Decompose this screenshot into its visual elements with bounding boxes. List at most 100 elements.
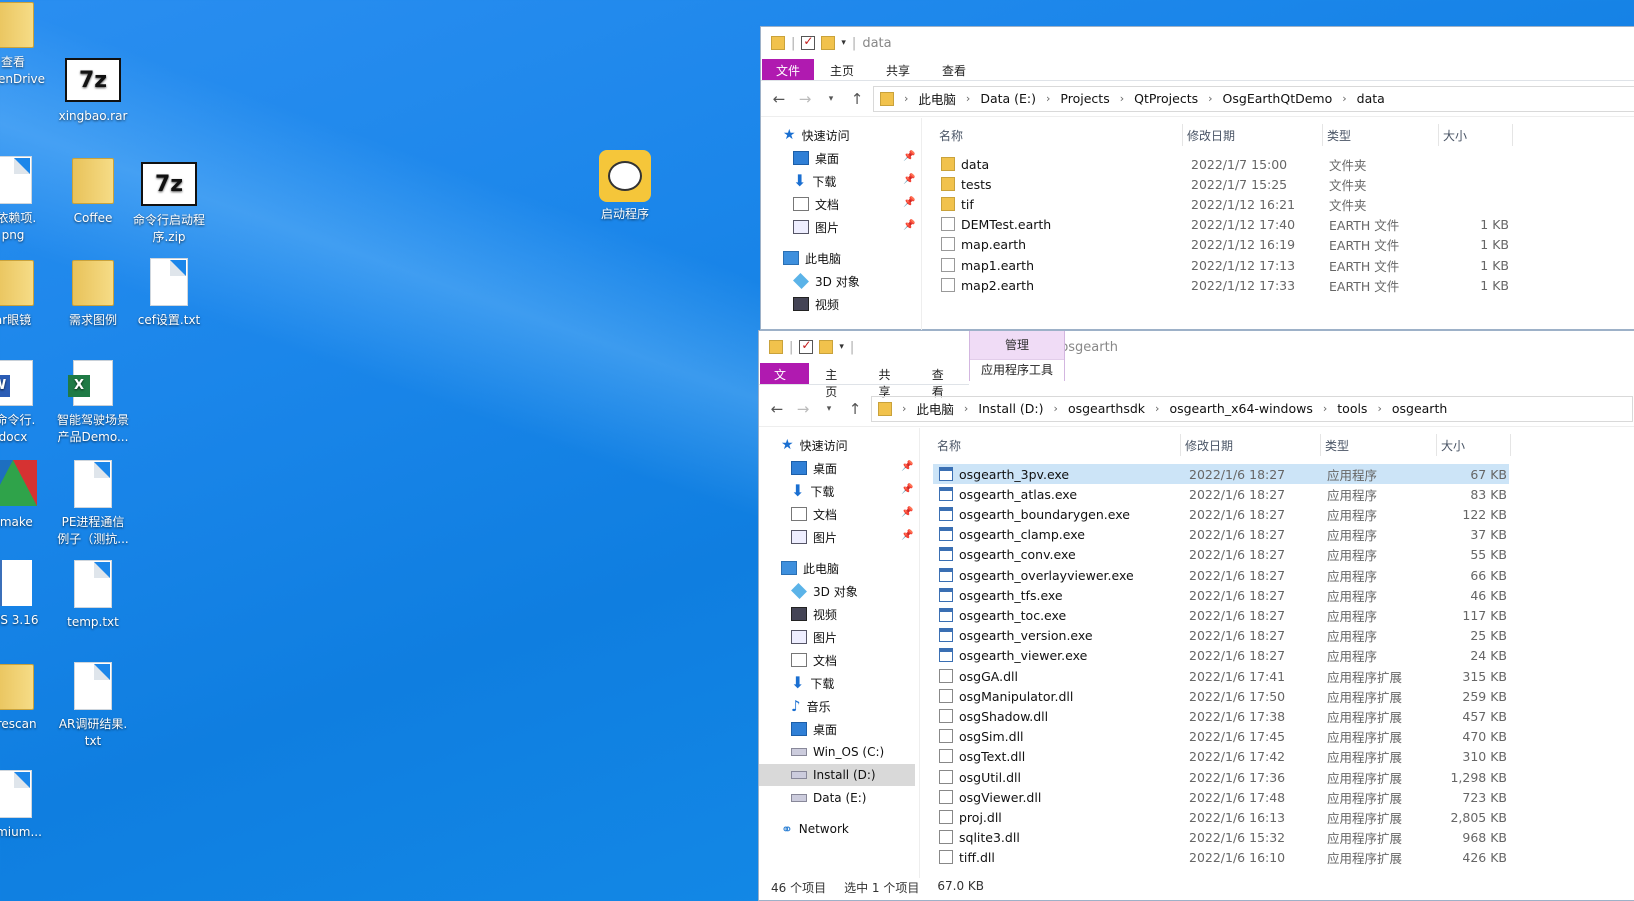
address-bar[interactable]: › 此电脑 › Data (E:) › Projects › QtProjects › OsgEa… [873,85,1634,112]
ribbon-tab-file[interactable]: 文件 [760,363,810,399]
breadcrumb-chevron-icon[interactable]: › [964,402,968,415]
desktop-icon[interactable]: 查看 OpenDrive [0,0,56,88]
breadcrumb-chevron-icon[interactable]: › [1323,402,1327,415]
nav-item[interactable]: 3D 对象 [793,270,860,292]
breadcrumb-item[interactable]: 此电脑 [918,89,956,108]
file-row[interactable]: tests 2022/1/7 15:25 文件夹 [935,174,1511,194]
file-row[interactable]: osgearth_atlas.exe 2022/1/6 18:27 应用程序 83 K… [933,484,1509,504]
ribbon-tab-item[interactable]: 查看 [916,363,969,399]
nav-item[interactable]: 图片 [791,626,837,648]
file-row[interactable]: proj.dll 2022/1/6 16:13 应用程序扩展 2,805 KB [933,807,1509,827]
column-header[interactable]: 大小 [1441,434,1511,456]
up-arrow-icon[interactable]: ↑ [845,400,865,418]
desktop-icon[interactable]: GIS 3.16 [0,560,56,629]
nav-item[interactable]: Data (E:) [791,787,866,809]
breadcrumb-item[interactable]: osgearth [1392,401,1447,416]
breadcrumb-item[interactable]: osgearthsdk [1068,401,1145,416]
pin-icon[interactable]: 📌 [903,174,915,185]
desktop-icon[interactable]: Wt命令行. docx [0,360,56,446]
title-bar[interactable]: | ▾ | data [761,27,1634,59]
desktop-icon[interactable]: ar眼镜 [0,258,56,329]
explorer-window-osgearth[interactable]: 管理 应用程序工具 | ▾ | osgearth 文件主页共享查看 ← → ▾ … [758,330,1634,901]
file-row[interactable]: sqlite3.dll 2022/1/6 15:32 应用程序扩展 968 KB [933,828,1509,848]
breadcrumb-item[interactable]: osgearth_x64-windows [1169,401,1312,416]
breadcrumb-item[interactable]: QtProjects [1134,91,1198,106]
file-row[interactable]: osgSim.dll 2022/1/6 17:45 应用程序扩展 470 KB [933,727,1509,747]
desktop-icon[interactable]: temp.txt [50,560,136,631]
breadcrumb-chevron-icon[interactable]: › [966,92,970,105]
breadcrumb-item[interactable]: data [1357,91,1385,106]
nav-item[interactable]: 文档 [791,503,837,525]
new-folder-icon[interactable] [821,36,836,50]
breadcrumb-item[interactable]: Projects [1060,91,1109,106]
nav-item[interactable]: ★ 快速访问 [783,124,850,146]
desktop-icon[interactable]: PE进程通信 例子（测抗... [50,460,136,548]
file-row[interactable]: osgGA.dll 2022/1/6 17:41 应用程序扩展 315 KB [933,666,1509,686]
address-bar[interactable]: › 此电脑 › Install (D:) › osgearthsdk › osgearth_x… [871,395,1633,422]
nav-item[interactable]: Install (D:) [759,764,915,786]
desktop-icon[interactable]: 7z 命令行启动程 序.zip [126,156,212,246]
explorer-window-data[interactable]: | ▾ | data 文件主页共享查看 ← → ▾ ↑ › 此电脑 › Data (E… [760,26,1634,330]
recent-dropdown-icon[interactable]: ▾ [821,94,841,104]
ribbon-tab-item[interactable]: 查看 [926,59,982,80]
breadcrumb-chevron-icon[interactable]: › [1046,92,1050,105]
recent-dropdown-icon[interactable]: ▾ [819,404,839,414]
file-row[interactable]: osgearth_boundarygen.exe 2022/1/6 18:27 应用… [933,504,1509,524]
file-row[interactable]: map1.earth 2022/1/12 17:13 EARTH 文件 1 KB [935,255,1511,275]
desktop-icon[interactable]: orescan [0,662,56,733]
nav-item[interactable]: 文档 [791,649,837,671]
file-row[interactable]: osgText.dll 2022/1/6 17:42 应用程序扩展 310 KB [933,747,1509,767]
desktop-icon[interactable]: 需求图例 [50,258,136,329]
manage-context-tab[interactable]: 管理 应用程序工具 [969,331,1065,381]
pin-icon[interactable]: 📌 [903,197,915,208]
nav-item[interactable]: 桌面 [791,718,837,740]
nav-item[interactable]: ⚭ Network [781,818,849,840]
column-header[interactable]: 修改日期 [1185,434,1321,456]
breadcrumb-chevron-icon[interactable]: › [1377,402,1381,415]
file-row[interactable]: DEMTest.earth 2022/1/12 17:40 EARTH 文件 1 KB [935,215,1511,235]
column-header[interactable]: 修改日期 [1187,124,1323,146]
file-row[interactable]: osgUtil.dll 2022/1/6 17:36 应用程序扩展 1,298 KB [933,767,1509,787]
ribbon-tab-item[interactable]: 主页 [814,59,870,80]
back-arrow-icon[interactable]: ← [769,90,789,108]
pin-icon[interactable]: 📌 [903,220,915,231]
nav-item[interactable]: 视频 [791,603,837,625]
file-row[interactable]: tiff.dll 2022/1/6 16:10 应用程序扩展 426 KB [933,848,1509,868]
nav-item[interactable]: ⬇ 下载 [791,672,834,694]
chevron-down-icon[interactable]: ▾ [839,342,844,352]
file-row[interactable]: tif 2022/1/12 16:21 文件夹 [935,194,1511,214]
nav-item[interactable]: 图片 [793,216,839,238]
pin-icon[interactable]: 📌 [901,530,913,541]
file-row[interactable]: osgViewer.dll 2022/1/6 17:48 应用程序扩展 723 KB [933,787,1509,807]
file-row[interactable]: osgearth_3pv.exe 2022/1/6 18:27 应用程序 67 KB [933,464,1509,484]
file-row[interactable]: map2.earth 2022/1/12 17:33 EARTH 文件 1 KB [935,275,1511,295]
ribbon-tab-item[interactable]: 共享 [863,363,916,399]
properties-icon[interactable] [801,34,816,50]
breadcrumb-chevron-icon[interactable]: › [1054,402,1058,415]
nav-item[interactable]: 桌面 [793,147,839,169]
nav-item[interactable]: ⬇ 下载 [791,480,834,502]
ribbon-tab-item[interactable]: 共享 [870,59,926,80]
breadcrumb-item[interactable]: Install (D:) [978,401,1043,416]
file-row[interactable]: osgManipulator.dll 2022/1/6 17:50 应用程序扩展 25… [933,686,1509,706]
nav-item[interactable]: 此电脑 [783,247,841,269]
column-header[interactable]: 大小 [1443,124,1513,146]
file-row[interactable]: osgShadow.dll 2022/1/6 17:38 应用程序扩展 457 KB [933,706,1509,726]
nav-item[interactable]: 文档 [793,193,839,215]
chevron-down-icon[interactable]: ▾ [841,38,846,48]
title-bar[interactable]: | ▾ | osgearth [759,331,1634,363]
breadcrumb-chevron-icon[interactable]: › [904,92,908,105]
breadcrumb-item[interactable]: tools [1337,401,1367,416]
pin-icon[interactable]: 📌 [901,484,913,495]
nav-item[interactable]: ★ 快速访问 [781,434,848,456]
column-header[interactable]: 名称 [937,434,1181,456]
column-header[interactable]: 类型 [1327,124,1439,146]
nav-item[interactable]: 视频 [793,293,839,315]
file-row[interactable]: osgearth_viewer.exe 2022/1/6 18:27 应用程序 24 … [933,646,1509,666]
nav-item[interactable]: 3D 对象 [791,580,858,602]
desktop-icon[interactable]: cmake [0,460,56,531]
up-arrow-icon[interactable]: ↑ [847,90,867,108]
breadcrumb-item[interactable]: Data (E:) [980,91,1036,106]
desktop-icon[interactable]: Coffee [50,156,136,227]
file-row[interactable]: osgearth_conv.exe 2022/1/6 18:27 应用程序 55 KB [933,545,1509,565]
